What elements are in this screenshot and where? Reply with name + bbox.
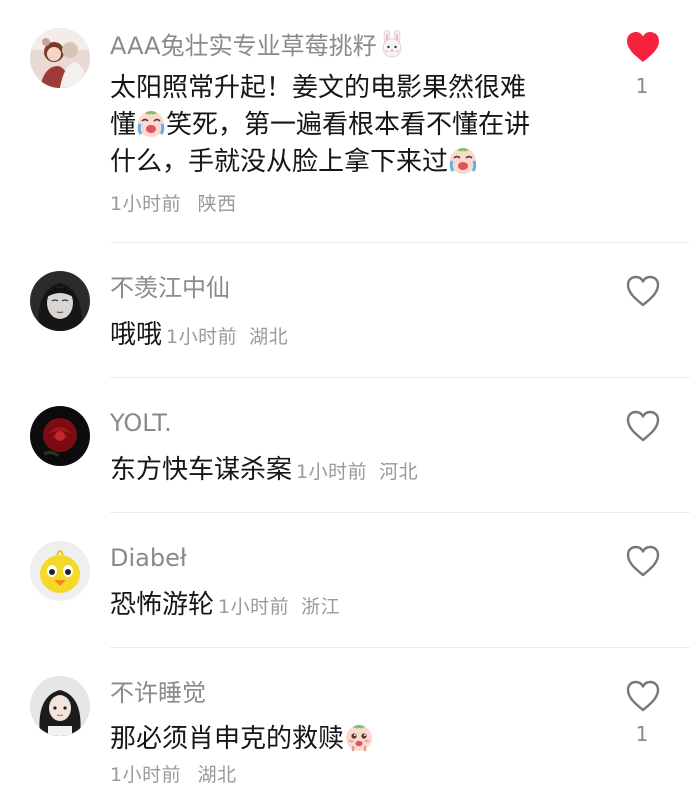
comment-meta: 1小时前 湖北 — [166, 326, 288, 348]
comment-location: 陕西 — [197, 193, 237, 215]
username[interactable]: AAA兔壮实专业草莓挑籽 — [110, 29, 407, 61]
avatar[interactable] — [30, 271, 90, 331]
comment-time: 1小时前 — [166, 326, 238, 348]
comment-text-line: 什么，手就没从脸上拿下来过 — [110, 144, 600, 181]
rabbit-face-icon — [377, 29, 407, 58]
comment-location: 河北 — [379, 461, 419, 483]
like-button[interactable] — [624, 274, 662, 308]
avatar[interactable] — [30, 28, 90, 88]
avatar[interactable] — [30, 676, 90, 736]
comment-item[interactable]: 不许睡觉 那必须肖申克的救赎 1小时前 湖北 1 — [0, 648, 690, 802]
avatar[interactable] — [30, 541, 90, 601]
username-text: AAA兔壮实专业草莓挑籽 — [110, 32, 377, 60]
comment-text: 东方快车谋杀案 1小时前 河北 — [110, 452, 600, 491]
like-button[interactable] — [624, 544, 662, 578]
crying-pleading-emoji-icon — [344, 722, 374, 752]
username[interactable]: 不羡江中仙 — [110, 273, 230, 303]
comment-text: 哦哦 1小时前 湖北 — [110, 317, 600, 356]
comment-time: 1小时前 — [110, 193, 182, 215]
comment-text-fragment: 懂 — [110, 110, 137, 140]
heart-filled-icon — [627, 32, 659, 62]
comment-text-content: 那必须肖申克的救赎 — [110, 724, 345, 754]
heart-outline-icon — [626, 545, 660, 577]
like-button[interactable] — [624, 409, 662, 443]
like-count: 1 — [635, 74, 649, 98]
comment-meta: 1小时前 浙江 — [218, 596, 340, 618]
comment-time: 1小时前 — [218, 596, 290, 618]
comment-text: 恐怖游轮 1小时前 浙江 — [110, 587, 600, 626]
avatar[interactable] — [30, 406, 90, 466]
username[interactable]: Diabeł — [110, 543, 187, 573]
comment-text-line: 太阳照常升起！姜文的电影果然很难 — [110, 73, 527, 103]
comment-location: 浙江 — [301, 596, 341, 618]
comment-text-line: 懂 笑死，第一遍看根本看不懂在讲 — [110, 107, 600, 144]
comment-text-content: 东方快车谋杀案 — [110, 455, 293, 485]
comment-text: 那必须肖申克的救赎 — [110, 721, 600, 758]
comment-location: 湖北 — [249, 326, 289, 348]
like-count: 1 — [635, 722, 649, 746]
comment-meta: 1小时前 湖北 — [110, 762, 237, 788]
username[interactable]: YOLT. — [110, 408, 172, 438]
comment-item[interactable]: Diabeł 恐怖游轮 1小时前 浙江 — [0, 513, 690, 648]
comment-text: 太阳照常升起！姜文的电影果然很难 懂 笑死，第一遍看根本看不懂在讲 什么，手就没… — [110, 70, 600, 181]
heart-outline-icon — [626, 275, 660, 307]
heart-outline-icon — [626, 410, 660, 442]
comment-meta: 1小时前 河北 — [296, 461, 418, 483]
like-button[interactable] — [624, 679, 662, 713]
heart-outline-icon — [626, 680, 660, 712]
comment-text-content: 哦哦 — [110, 320, 163, 350]
laugh-cry-emoji-icon — [136, 108, 166, 138]
username[interactable]: 不许睡觉 — [110, 678, 206, 708]
comment-item[interactable]: 不羡江中仙 哦哦 1小时前 湖北 — [0, 243, 690, 378]
comment-item[interactable]: AAA兔壮实专业草莓挑籽 太阳照常升起！姜文的电影果然很难 懂 笑死，第一遍看根… — [0, 0, 690, 243]
comment-text-fragment: 笑死，第一遍看根本看不懂在讲 — [166, 110, 531, 140]
comment-time: 1小时前 — [110, 764, 182, 786]
comment-time: 1小时前 — [296, 461, 368, 483]
comment-item[interactable]: YOLT. 东方快车谋杀案 1小时前 河北 — [0, 378, 690, 513]
comment-text-fragment: 什么，手就没从脸上拿下来过 — [110, 147, 449, 177]
like-button[interactable] — [624, 30, 662, 64]
comment-text-content: 恐怖游轮 — [110, 590, 215, 620]
comment-location: 湖北 — [197, 764, 237, 786]
laugh-cry-emoji-icon — [448, 145, 478, 175]
comment-meta: 1小时前 陕西 — [110, 191, 237, 217]
